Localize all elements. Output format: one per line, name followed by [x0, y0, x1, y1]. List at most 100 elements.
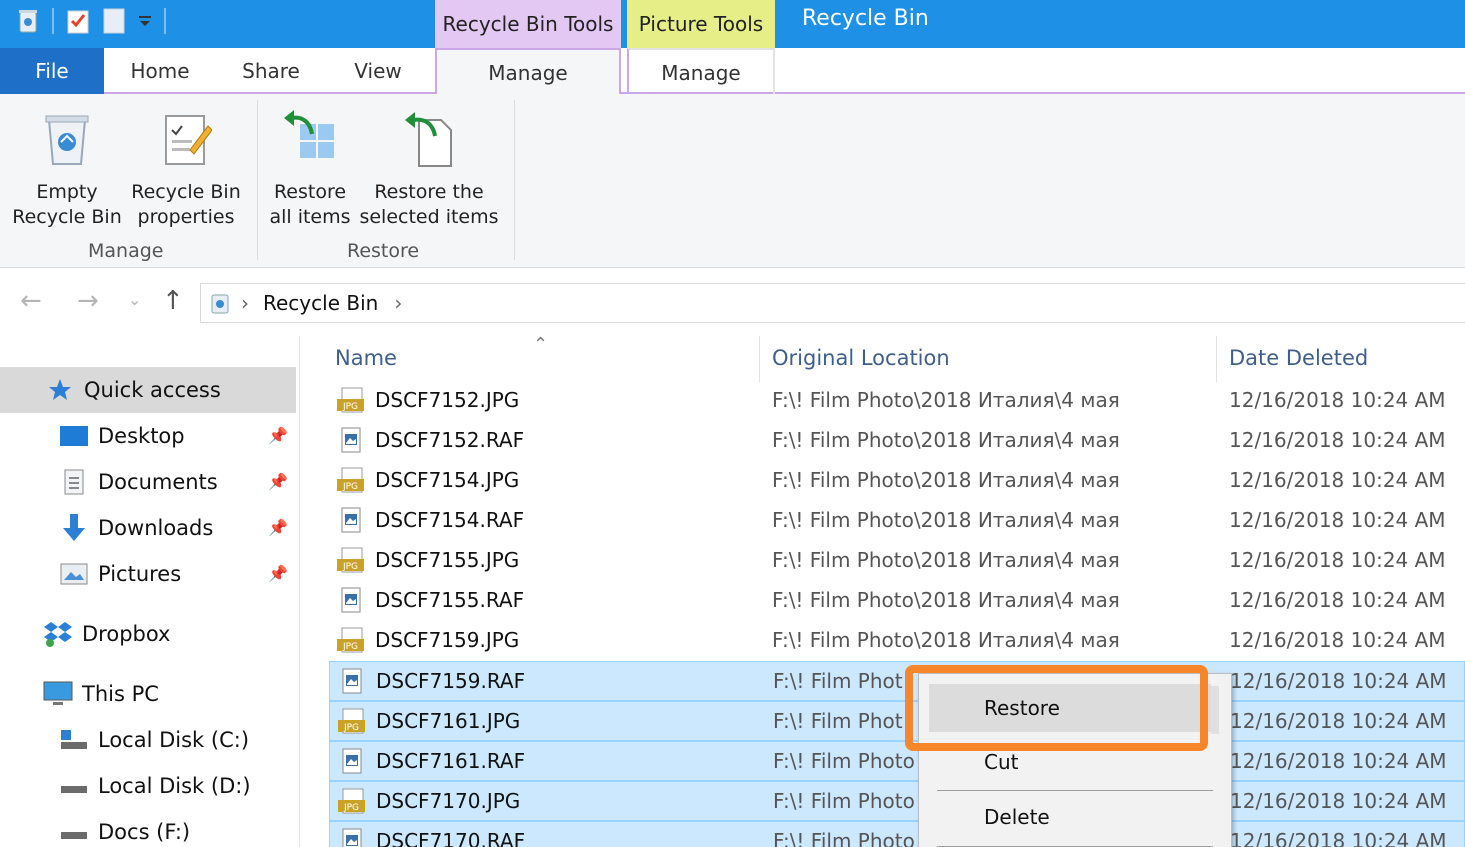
raw-image-file-icon [336, 427, 366, 455]
file-row[interactable]: JPG DSCF7152.JPG F:\! Film Photo\2018 Итал… [329, 381, 1465, 421]
picture-tools-tab[interactable]: Picture Tools [627, 0, 775, 48]
file-date-deleted: 12/16/2018 10:24 AM [1230, 749, 1447, 773]
file-date-deleted: 12/16/2018 10:24 AM [1229, 548, 1446, 572]
file-date-deleted: 12/16/2018 10:24 AM [1229, 628, 1446, 652]
back-arrow-icon[interactable]: ← [20, 286, 42, 316]
address-row: ← → ⌄ ↑ › Recycle Bin › [0, 268, 1465, 336]
properties-icon[interactable] [64, 7, 92, 35]
nav-desktop[interactable]: Desktop [58, 414, 185, 458]
restore-selected-icon [399, 108, 459, 170]
forward-arrow-icon[interactable]: → [77, 286, 99, 316]
nav-label: This PC [82, 682, 159, 706]
manage-group-label: Manage [88, 240, 164, 262]
file-row[interactable]: DSCF7152.RAF F:\! Film Photo\2018 Италия\… [329, 421, 1465, 461]
raw-image-file-icon [336, 507, 366, 535]
pin-icon[interactable]: 📌 [268, 564, 288, 583]
file-row[interactable]: DSCF7155.RAF F:\! Film Photo\2018 Италия\… [329, 581, 1465, 621]
file-original-location: F:\! Film Photo\2018 Италия\4 мая [772, 548, 1120, 572]
nav-local-disk-d[interactable]: Local Disk (D:) [58, 764, 251, 808]
column-header-original-location[interactable]: Original Location [772, 346, 950, 370]
download-arrow-icon [58, 513, 90, 543]
nav-downloads[interactable]: Downloads [58, 506, 213, 550]
file-date-deleted: 12/16/2018 10:24 AM [1229, 468, 1446, 492]
nav-label: Pictures [98, 562, 182, 586]
jpg-file-icon: JPG [337, 788, 367, 816]
recycle-bin-icon [209, 291, 231, 315]
file-name: DSCF7161.RAF [376, 749, 526, 773]
file-row[interactable]: JPG DSCF7161.JPG F:\! Film Phot 12/16/2018 … [329, 701, 1465, 741]
file-date-deleted: 12/16/2018 10:24 AM [1229, 588, 1446, 612]
restore-highlight-annotation [905, 665, 1208, 751]
pin-icon[interactable]: 📌 [268, 472, 288, 491]
documents-icon [58, 467, 90, 497]
file-name: DSCF7154.RAF [375, 508, 525, 532]
nav-pictures[interactable]: Pictures [58, 552, 181, 596]
nav-label: Docs (F:) [98, 820, 191, 844]
restore-all-label-line2: all items [269, 206, 351, 228]
tab-home[interactable]: Home [108, 48, 212, 94]
empty-recycle-bin-button[interactable]: Empty Recycle Bin [8, 108, 126, 230]
recycle-bin-tools-tab[interactable]: Recycle Bin Tools [435, 0, 621, 48]
tab-view[interactable]: View [330, 48, 426, 94]
nav-label: Dropbox [82, 622, 171, 646]
nav-label: Quick access [84, 378, 221, 402]
tab-share[interactable]: Share [222, 48, 320, 94]
breadcrumb-chevron-icon[interactable]: › [394, 291, 402, 315]
up-arrow-icon[interactable]: ↑ [162, 286, 184, 316]
nav-documents[interactable]: Documents [58, 460, 218, 504]
nav-this-pc[interactable]: This PC [42, 672, 159, 716]
file-date-deleted: 12/16/2018 10:24 AM [1229, 428, 1446, 452]
file-row[interactable]: DSCF7154.RAF F:\! Film Photo\2018 Италия\… [329, 501, 1465, 541]
column-divider[interactable] [759, 336, 760, 382]
column-header-date-deleted[interactable]: Date Deleted [1229, 346, 1368, 370]
nav-dropbox[interactable]: Dropbox [42, 612, 170, 656]
new-folder-icon[interactable] [100, 7, 128, 35]
file-row[interactable]: JPG DSCF7170.JPG F:\! Film Photo 12/16/2018… [329, 781, 1465, 821]
nav-quick-access[interactable]: Quick access [44, 368, 221, 412]
recycle-bin-icon[interactable] [14, 7, 42, 35]
file-row[interactable]: DSCF7159.RAF F:\! Film Phot 12/16/2018 10:… [329, 661, 1465, 701]
file-original-location: F:\! Film Photo [773, 829, 915, 847]
column-header-name[interactable]: Name [335, 346, 397, 370]
pictures-icon [58, 559, 90, 589]
context-delete[interactable]: Delete [929, 793, 1211, 841]
tab-manage-recycle-bin[interactable]: Manage [435, 48, 621, 96]
address-bar[interactable]: › Recycle Bin › [200, 283, 1465, 323]
svg-text:JPG: JPG [342, 402, 358, 412]
restore-all-items-button[interactable]: Restore all items [266, 108, 354, 230]
recycle-bin-properties-button[interactable]: Recycle Bin properties [128, 108, 244, 230]
raw-image-file-icon [337, 828, 367, 847]
file-name: DSCF7161.JPG [376, 709, 521, 733]
column-divider[interactable] [1216, 336, 1217, 382]
restore-all-icon [280, 108, 340, 170]
desktop-icon [58, 421, 90, 451]
file-row[interactable]: JPG DSCF7159.JPG F:\! Film Photo\2018 Итал… [329, 621, 1465, 661]
dropbox-icon [42, 619, 74, 649]
file-row[interactable]: DSCF7161.RAF F:\! Film Photo 12/16/2018 10… [329, 741, 1465, 781]
empty-label-line1: Empty [36, 181, 98, 203]
nav-docs-f[interactable]: Docs (F:) [58, 810, 190, 847]
restore-selected-items-button[interactable]: Restore the selected items [358, 108, 500, 230]
quick-access-toolbar [14, 6, 176, 36]
tab-file[interactable]: File [0, 48, 104, 94]
file-row[interactable]: DSCF7170.RAF F:\! Film Photo 12/16/2018 10… [329, 821, 1465, 847]
file-row[interactable]: JPG DSCF7155.JPG F:\! Film Photo\2018 Итал… [329, 541, 1465, 581]
breadcrumb-recycle-bin[interactable]: Recycle Bin [263, 291, 378, 315]
breadcrumb-chevron-icon[interactable]: › [241, 291, 249, 315]
computer-icon [42, 679, 74, 709]
recent-locations-chevron-icon[interactable]: ⌄ [128, 290, 141, 309]
file-name: DSCF7159.JPG [375, 628, 520, 652]
restore-group-label: Restore [347, 240, 420, 262]
file-row[interactable]: JPG DSCF7154.JPG F:\! Film Photo\2018 Итал… [329, 461, 1465, 501]
pin-icon[interactable]: 📌 [268, 518, 288, 537]
file-original-location: F:\! Film Photo [773, 749, 915, 773]
properties-label-line1: Recycle Bin [131, 181, 241, 203]
nav-local-disk-c[interactable]: Local Disk (C:) [58, 718, 249, 762]
title-bar: Recycle Bin Tools Picture Tools Recycle … [0, 0, 1465, 48]
tab-manage-picture[interactable]: Manage [627, 48, 775, 96]
pin-icon[interactable]: 📌 [268, 426, 288, 445]
file-name: DSCF7170.JPG [376, 789, 521, 813]
file-name: DSCF7154.JPG [375, 468, 520, 492]
customize-toolbar-icon[interactable] [136, 7, 154, 35]
file-original-location: F:\! Film Phot [773, 709, 903, 733]
